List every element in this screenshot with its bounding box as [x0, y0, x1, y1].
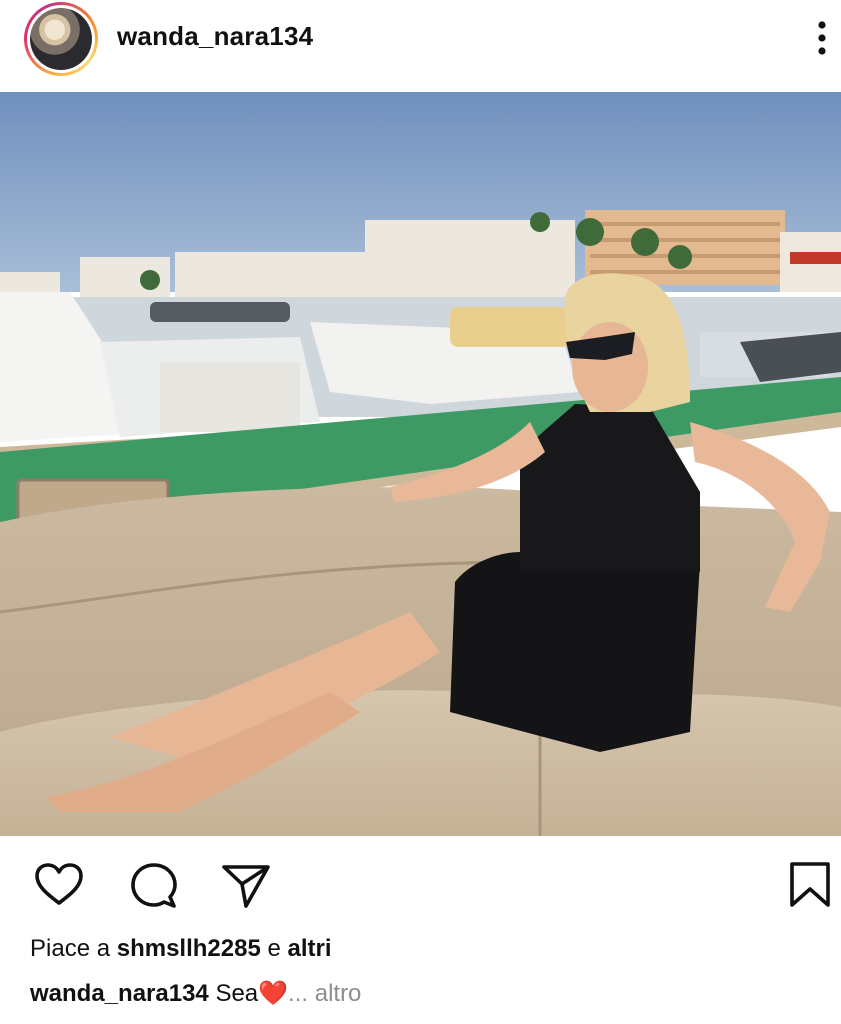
caption-username[interactable]: wanda_nara134 — [30, 980, 209, 1007]
heart-icon[interactable] — [33, 859, 85, 911]
likes-user[interactable]: shmsllh2285 — [117, 935, 261, 962]
likes-others[interactable]: altri — [288, 935, 332, 962]
likes-middle: e — [260, 935, 288, 962]
heart-emoji: ❤️ — [258, 980, 289, 1007]
post-photo[interactable] — [0, 92, 841, 836]
avatar-gap — [27, 5, 95, 73]
share-icon[interactable] — [220, 859, 272, 911]
comment-icon[interactable] — [128, 859, 180, 911]
story-ring[interactable] — [24, 2, 98, 76]
caption-ellipsis: ... — [288, 980, 315, 1007]
post-username[interactable]: wanda_nara134 — [117, 21, 313, 52]
more-vertical-icon[interactable] — [808, 20, 836, 58]
more-link[interactable]: altro — [315, 980, 362, 1007]
likes-text: Piace a shmsllh2285 e altri — [30, 935, 332, 963]
caption: wanda_nara134 Sea❤️... altro — [30, 979, 361, 1008]
post-header: wanda_nara134 — [0, 0, 841, 92]
likes-prefix: Piace a — [30, 935, 117, 962]
bookmark-icon[interactable] — [784, 859, 836, 911]
caption-text: Sea — [208, 980, 259, 1007]
avatar[interactable] — [30, 8, 92, 70]
